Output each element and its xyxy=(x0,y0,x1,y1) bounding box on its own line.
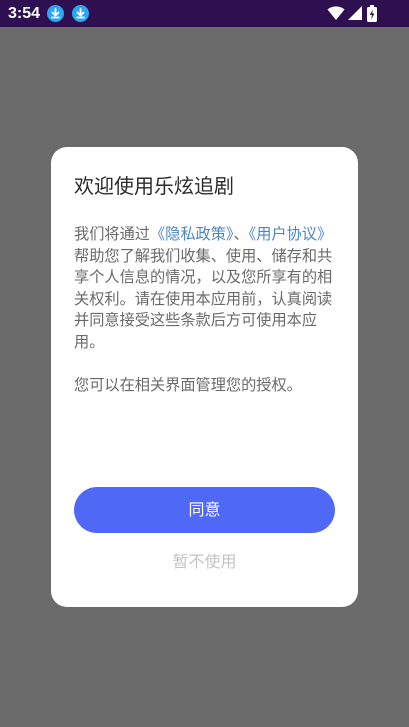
status-bar: 3:54 xyxy=(0,0,409,27)
agree-button[interactable]: 同意 xyxy=(74,487,335,533)
link-separator: 、 xyxy=(233,225,249,243)
signal-icon xyxy=(348,6,362,20)
body-text-intro: 我们将通过 xyxy=(74,225,150,243)
dialog-title: 欢迎使用乐炫追剧 xyxy=(74,174,234,198)
download-icon xyxy=(72,5,89,22)
privacy-consent-dialog: 欢迎使用乐炫追剧 我们将通过《隐私政策》、《用户协议》帮助您了解我们收集、使用、… xyxy=(51,147,358,607)
download-icon xyxy=(47,5,64,22)
decline-button[interactable]: 暂不使用 xyxy=(74,549,335,575)
status-time: 3:54 xyxy=(8,5,41,22)
battery-charging-icon xyxy=(367,5,377,22)
body-text-authorization: 您可以在相关界面管理您的授权。 xyxy=(74,375,302,394)
dialog-body: 我们将通过《隐私政策》、《用户协议》帮助您了解我们收集、使用、储存和共享个人信息… xyxy=(74,224,336,396)
privacy-policy-link[interactable]: 《隐私政策》 xyxy=(150,225,234,243)
wifi-icon xyxy=(327,6,345,20)
user-agreement-link[interactable]: 《用户协议》 xyxy=(249,225,333,243)
body-text-main: 帮助您了解我们收集、使用、储存和共享个人信息的情况，以及您所享有的相关权利。请在… xyxy=(74,246,333,351)
